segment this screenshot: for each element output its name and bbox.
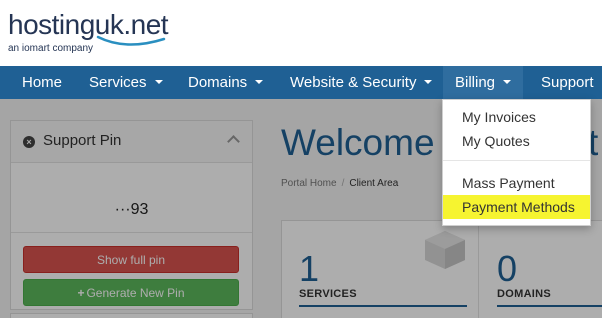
billing-dropdown-menu: My Invoices My Quotes Mass Payment Payme… <box>442 99 591 226</box>
nav-services[interactable]: Services <box>77 66 175 99</box>
menu-item-payment-methods[interactable]: Payment Methods <box>443 195 590 219</box>
nav-domains-label: Domains <box>188 74 248 91</box>
logo-swoosh-icon <box>96 35 166 46</box>
nav-website-security-label: Website & Security <box>290 74 417 91</box>
logo-wordmark: hostinguk.net <box>8 10 169 46</box>
menu-item-my-invoices[interactable]: My Invoices <box>443 105 590 129</box>
nav-services-label: Services <box>89 74 147 91</box>
chevron-down-icon <box>255 80 264 85</box>
main-navbar: Home Services Domains Website & Security… <box>0 66 602 99</box>
chevron-down-icon <box>424 80 433 85</box>
site-header: hostinguk.net an iomart company <box>0 0 602 66</box>
chevron-down-icon <box>154 80 163 85</box>
hostinguk-logo[interactable]: hostinguk.net an iomart company <box>8 10 169 55</box>
menu-item-mass-payment[interactable]: Mass Payment <box>443 171 590 195</box>
menu-divider <box>443 160 590 161</box>
nav-domains[interactable]: Domains <box>176 66 275 99</box>
nav-support[interactable]: Support <box>529 66 602 99</box>
menu-item-my-quotes[interactable]: My Quotes <box>443 129 590 153</box>
nav-home[interactable]: Home <box>10 66 74 99</box>
nav-billing[interactable]: Billing <box>443 66 524 99</box>
nav-billing-label: Billing <box>455 74 496 91</box>
nav-home-label: Home <box>22 74 63 91</box>
chevron-down-icon <box>503 80 512 85</box>
nav-support-label: Support <box>541 74 594 91</box>
nav-website-security[interactable]: Website & Security <box>278 66 444 99</box>
